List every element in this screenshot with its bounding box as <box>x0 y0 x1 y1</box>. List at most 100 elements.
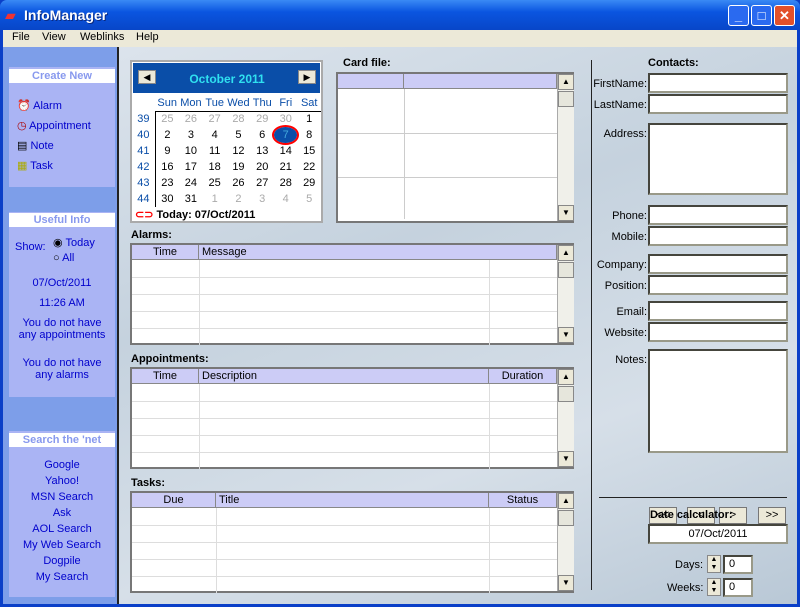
alarms-grid[interactable]: Time Message ▲ ▼ <box>130 243 574 345</box>
calendar-day[interactable]: 25 <box>203 175 227 191</box>
calendar-day[interactable]: 13 <box>250 143 274 159</box>
calendar-day[interactable]: 26 <box>179 111 203 127</box>
menu-file[interactable]: File <box>12 31 30 43</box>
column-due[interactable]: Due <box>132 493 216 508</box>
calendar-day[interactable]: 10 <box>179 143 203 159</box>
calendar-day[interactable]: 20 <box>250 159 274 175</box>
calendar-day[interactable]: 26 <box>227 175 251 191</box>
grid-scrollbar[interactable]: ▲ ▼ <box>557 493 574 591</box>
create-alarm[interactable]: ⏰ Alarm <box>17 96 91 116</box>
cardfile-scrollbar[interactable]: ▲ ▼ <box>557 74 574 221</box>
maximize-button[interactable]: □ <box>751 5 772 26</box>
days-spinner[interactable]: ▲ ▼ <box>707 555 721 573</box>
calendar-day[interactable]: 27 <box>250 175 274 191</box>
today-link[interactable]: ⊂⊃ Today: 07/Oct/2011 <box>135 208 255 221</box>
create-appointment[interactable]: ◷ Appointment <box>17 116 91 136</box>
calendar-day[interactable]: 7 <box>272 125 300 145</box>
calendar-day[interactable]: 17 <box>179 159 203 175</box>
calendar-day[interactable]: 22 <box>297 159 321 175</box>
create-note[interactable]: ▤ Note <box>17 136 91 156</box>
calendar-day[interactable]: 3 <box>179 127 203 143</box>
search-link[interactable]: My Search <box>9 569 115 585</box>
calendar-day[interactable]: 24 <box>179 175 203 191</box>
prev-month-button[interactable]: ◀ <box>138 70 156 84</box>
menu-help[interactable]: Help <box>136 31 159 43</box>
radio-all[interactable]: ○ All <box>53 251 95 266</box>
menu-weblinks[interactable]: Weblinks <box>80 31 124 43</box>
column-duration[interactable]: Duration <box>489 369 557 384</box>
calendar-day[interactable]: 1 <box>203 191 227 207</box>
calendar-day[interactable]: 27 <box>203 111 227 127</box>
grid-scrollbar[interactable]: ▲ ▼ <box>557 369 574 467</box>
calendar-day[interactable]: 4 <box>274 191 297 207</box>
tasks-grid[interactable]: Due Title Status ▲ ▼ <box>130 491 574 593</box>
address-input[interactable] <box>648 123 788 195</box>
minimize-button[interactable]: _ <box>728 5 749 26</box>
days-input[interactable]: 0 <box>723 555 753 574</box>
create-task[interactable]: ▦ Task <box>17 156 91 176</box>
calendar-day[interactable]: 2 <box>227 191 251 207</box>
column-time[interactable]: Time <box>132 369 199 384</box>
search-link[interactable]: Ask <box>9 505 115 521</box>
phone-input[interactable] <box>648 205 788 225</box>
column-title[interactable]: Title <box>216 493 489 508</box>
notes-input[interactable] <box>648 349 788 453</box>
column-message[interactable]: Message <box>199 245 557 260</box>
next-month-button[interactable]: ▶ <box>298 70 316 84</box>
menu-view[interactable]: View <box>42 31 66 43</box>
weeks-input[interactable]: 0 <box>723 578 753 597</box>
calendar-day[interactable]: 1 <box>297 111 321 127</box>
column-time[interactable]: Time <box>132 245 199 260</box>
calendar-day[interactable]: 6 <box>250 127 274 143</box>
column-description[interactable]: Description <box>199 369 489 384</box>
search-link[interactable]: Yahoo! <box>9 473 115 489</box>
date-calc-date[interactable]: 07/Oct/2011 <box>648 524 788 544</box>
calendar-day[interactable]: 21 <box>274 159 297 175</box>
weeks-spinner[interactable]: ▲ ▼ <box>707 578 721 596</box>
email-input[interactable] <box>648 301 788 321</box>
calendar-day[interactable]: 3 <box>250 191 274 207</box>
calendar-day[interactable]: 11 <box>203 143 227 159</box>
firstname-input[interactable] <box>648 73 788 93</box>
calendar-day[interactable]: 19 <box>227 159 251 175</box>
calendar-day[interactable]: 4 <box>203 127 227 143</box>
calendar-day[interactable]: 5 <box>297 191 321 207</box>
calendar-day[interactable]: 28 <box>274 175 297 191</box>
calendar-day[interactable]: 8 <box>297 127 321 143</box>
calendar-day[interactable]: 2 <box>155 127 179 143</box>
grid-scrollbar[interactable]: ▲ ▼ <box>557 245 574 343</box>
firstname-label: FirstName: <box>593 78 647 90</box>
search-link[interactable]: Google <box>9 457 115 473</box>
close-button[interactable]: ✕ <box>774 5 795 26</box>
cardfile-grid[interactable]: ▲ ▼ <box>336 72 574 223</box>
calendar-day[interactable]: 23 <box>155 175 179 191</box>
radio-today[interactable]: ◉ Today <box>53 236 95 251</box>
calendar-day[interactable]: 14 <box>274 143 297 159</box>
search-link[interactable]: Dogpile <box>9 553 115 569</box>
calendar-day[interactable]: 29 <box>297 175 321 191</box>
calendar-day[interactable]: 18 <box>203 159 227 175</box>
calendar-day[interactable]: 12 <box>227 143 251 159</box>
calendar-day[interactable]: 16 <box>155 159 179 175</box>
calendar-day[interactable]: 15 <box>297 143 321 159</box>
calendar-day[interactable]: 28 <box>227 111 251 127</box>
last-contact-button[interactable]: >> <box>758 507 786 524</box>
calendar-day[interactable]: 25 <box>155 111 179 127</box>
calendar-day[interactable]: 9 <box>155 143 179 159</box>
calendar-day[interactable]: 29 <box>250 111 274 127</box>
company-input[interactable] <box>648 254 788 274</box>
calendar-day[interactable]: 30 <box>155 191 179 207</box>
appointments-grid[interactable]: Time Description Duration ▲ ▼ <box>130 367 574 469</box>
search-link[interactable]: AOL Search <box>9 521 115 537</box>
search-link[interactable]: MSN Search <box>9 489 115 505</box>
calendar-day[interactable]: 31 <box>179 191 203 207</box>
website-input[interactable] <box>648 322 788 342</box>
search-link[interactable]: My Web Search <box>9 537 115 553</box>
calendar-day[interactable]: 30 <box>274 111 297 127</box>
tasks-label: Tasks: <box>131 477 166 489</box>
lastname-input[interactable] <box>648 94 788 114</box>
calendar-day[interactable]: 5 <box>227 127 251 143</box>
mobile-input[interactable] <box>648 226 788 246</box>
position-input[interactable] <box>648 275 788 295</box>
column-status[interactable]: Status <box>489 493 557 508</box>
